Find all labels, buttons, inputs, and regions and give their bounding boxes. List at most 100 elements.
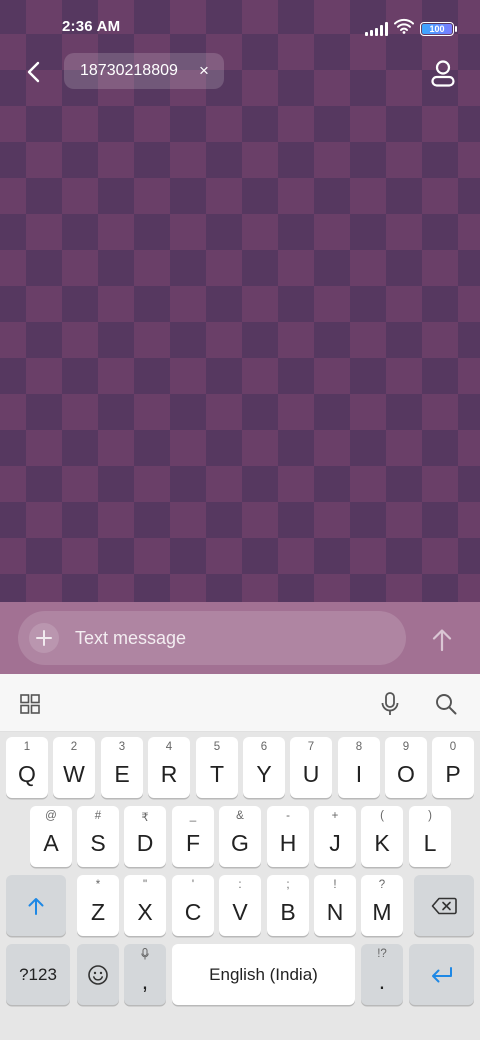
voice-input-button[interactable] bbox=[375, 689, 405, 719]
key-hint: 7 bbox=[307, 741, 315, 753]
key-hint: & bbox=[236, 810, 244, 822]
key-hint: " bbox=[142, 879, 148, 891]
key-hint: * bbox=[95, 879, 101, 891]
period-key[interactable]: !? . bbox=[361, 944, 403, 1005]
backspace-key[interactable] bbox=[414, 875, 474, 936]
key-p[interactable]: 0P bbox=[432, 737, 474, 798]
microphone-icon bbox=[381, 692, 399, 715]
key-w[interactable]: 2W bbox=[53, 737, 95, 798]
key-hint: + bbox=[331, 810, 339, 822]
enter-key[interactable] bbox=[409, 944, 474, 1005]
key-hint: ) bbox=[428, 810, 432, 822]
search-icon bbox=[436, 694, 457, 715]
emoji-key[interactable] bbox=[77, 944, 119, 1005]
key-hint: 5 bbox=[213, 741, 221, 753]
contact-button[interactable] bbox=[426, 56, 460, 90]
key-hint: ₹ bbox=[141, 812, 149, 824]
key-q[interactable]: 1Q bbox=[6, 737, 48, 798]
key-hint: ' bbox=[191, 879, 195, 891]
key-h[interactable]: -H bbox=[267, 806, 309, 867]
key-f[interactable]: _ F bbox=[172, 806, 214, 867]
key-label: C bbox=[184, 899, 202, 925]
back-button[interactable] bbox=[18, 56, 48, 88]
key-e[interactable]: 3E bbox=[101, 737, 143, 798]
attach-button[interactable] bbox=[29, 623, 59, 653]
key-u[interactable]: 7U bbox=[290, 737, 332, 798]
key-label: V bbox=[232, 899, 248, 925]
shift-key[interactable] bbox=[6, 875, 66, 936]
key-hint: 6 bbox=[260, 741, 268, 753]
key-hint: 1 bbox=[23, 741, 31, 753]
keyboard-menu-button[interactable] bbox=[15, 689, 45, 719]
key-label: S bbox=[90, 830, 106, 856]
key-n[interactable]: ! N bbox=[314, 875, 356, 936]
key-d[interactable]: ₹ D bbox=[124, 806, 166, 867]
key-hint: @ bbox=[45, 810, 57, 822]
key-a[interactable]: @ A bbox=[30, 806, 72, 867]
recipient-number: 18730218809 bbox=[80, 62, 178, 79]
space-key[interactable]: English (India) bbox=[172, 944, 355, 1005]
key-hint: ( bbox=[380, 810, 384, 822]
key-hint: - bbox=[286, 810, 290, 822]
key-label: Q bbox=[18, 761, 36, 787]
key-g[interactable]: & G bbox=[219, 806, 261, 867]
key-s[interactable]: # S bbox=[77, 806, 119, 867]
key-y[interactable]: 6Y bbox=[243, 737, 285, 798]
recipient-chip[interactable]: 18730218809 × bbox=[64, 53, 224, 89]
key-i[interactable]: 8I bbox=[338, 737, 380, 798]
mic-hint-icon bbox=[124, 948, 166, 963]
shift-arrow-icon bbox=[28, 897, 44, 915]
key-b[interactable]: ; B bbox=[267, 875, 309, 936]
key-label: F bbox=[185, 830, 201, 856]
key-v[interactable]: :V bbox=[219, 875, 261, 936]
key-label: T bbox=[209, 761, 225, 787]
status-icons: 100 bbox=[365, 18, 457, 39]
key-label: R bbox=[160, 761, 178, 787]
key-k[interactable]: (K bbox=[361, 806, 403, 867]
comma-key[interactable]: , bbox=[124, 944, 166, 1005]
arrow-up-icon bbox=[432, 629, 452, 652]
keyboard-toolbar bbox=[0, 674, 480, 732]
key-t[interactable]: 5T bbox=[196, 737, 238, 798]
grid-icon bbox=[20, 694, 40, 714]
key-label: B bbox=[280, 899, 296, 925]
person-icon bbox=[431, 60, 455, 87]
key-label: D bbox=[136, 830, 154, 856]
key-c[interactable]: ' C bbox=[172, 875, 214, 936]
key-j[interactable]: + J bbox=[314, 806, 356, 867]
key-hint: # bbox=[94, 810, 102, 822]
key-label: A bbox=[43, 830, 59, 856]
symbols-key[interactable]: ?123 bbox=[6, 944, 70, 1005]
plus-icon bbox=[36, 630, 52, 646]
key-m[interactable]: ? M bbox=[361, 875, 403, 936]
key-hint: : bbox=[238, 879, 242, 891]
key-hint: 0 bbox=[449, 741, 457, 753]
message-input[interactable] bbox=[75, 618, 406, 658]
wifi-icon bbox=[394, 18, 414, 39]
key-label: P bbox=[445, 761, 461, 787]
status-bar: 2:36 AM 100 bbox=[0, 0, 480, 52]
key-r[interactable]: 4R bbox=[148, 737, 190, 798]
key-label: H bbox=[279, 830, 297, 856]
key-x[interactable]: " X bbox=[124, 875, 166, 936]
enter-arrow-icon bbox=[431, 966, 452, 982]
send-button[interactable] bbox=[426, 624, 458, 656]
key-z[interactable]: * Z bbox=[77, 875, 119, 936]
key-label: O bbox=[397, 761, 415, 787]
key-l[interactable]: ) L bbox=[409, 806, 451, 867]
key-label: J bbox=[329, 830, 341, 856]
key-label: X bbox=[137, 899, 153, 925]
remove-recipient-icon[interactable]: × bbox=[184, 53, 224, 89]
key-label: Z bbox=[90, 899, 106, 925]
key-hint: ; bbox=[286, 879, 290, 891]
keyboard-search-button[interactable] bbox=[431, 689, 461, 719]
key-hint: !? bbox=[377, 948, 387, 960]
period-label: . bbox=[378, 968, 386, 994]
key-o[interactable]: 9O bbox=[385, 737, 427, 798]
key-hint: _ bbox=[189, 810, 197, 822]
key-label: Y bbox=[256, 761, 272, 787]
status-time: 2:36 AM bbox=[62, 18, 121, 35]
key-label: W bbox=[63, 761, 85, 787]
battery-icon: 100 bbox=[420, 21, 457, 36]
symbols-label: ?123 bbox=[19, 964, 57, 984]
